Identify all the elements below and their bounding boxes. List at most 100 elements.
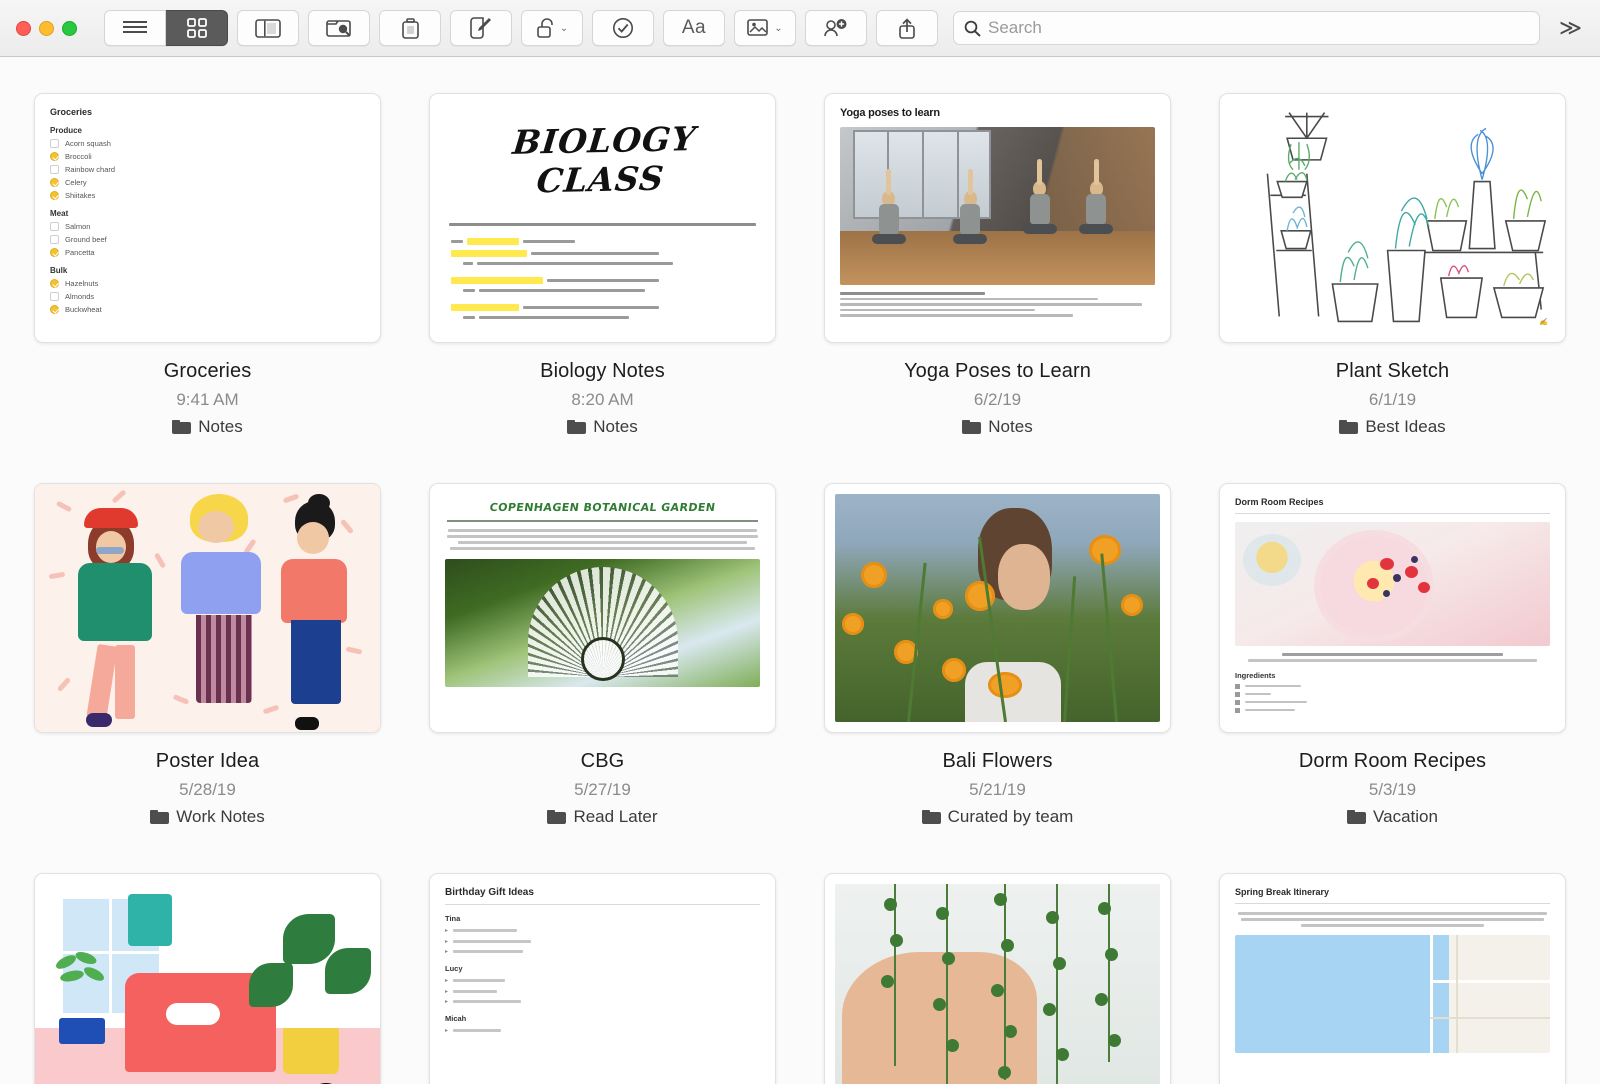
list-view-icon: [123, 21, 147, 33]
note-folder-label: Notes: [198, 417, 243, 436]
close-button[interactable]: [16, 20, 31, 36]
note-meta: Poster Idea 5/28/19 Work Notes: [34, 733, 381, 827]
note-meta: CBG 5/27/19 Read Later: [429, 733, 776, 827]
note-card[interactable]: ✍ Plant Sketch 6/1/19 Best Ideas: [1219, 93, 1566, 437]
note-card[interactable]: Groceries Produce Acorn squash Broccoli …: [34, 93, 381, 437]
checkbox-icon: [50, 139, 59, 148]
share-button[interactable]: [876, 10, 938, 46]
photo-subject-face: [997, 544, 1050, 611]
chevron-down-icon[interactable]: ⌄: [560, 23, 568, 34]
map-preview: [1235, 934, 1550, 1053]
map-road: [1430, 934, 1434, 1053]
note-folder: Best Ideas: [1219, 417, 1566, 437]
format-button[interactable]: Aa: [663, 10, 725, 46]
new-folder-button[interactable]: [308, 10, 370, 46]
media-button[interactable]: ⌄: [734, 10, 796, 46]
note-thumbnail[interactable]: Birthday Gift Ideas Tina ▸ ▸ ▸ Lucy ▸ ▸ …: [429, 873, 776, 1084]
note-card[interactable]: Bali Flowers 5/21/19 Curated by team: [824, 483, 1171, 827]
note-thumbnail[interactable]: BIOLOGY CLASS: [429, 93, 776, 343]
checkbox-icon: [50, 292, 59, 301]
note-thumbnail[interactable]: Dorm Room Recipes Ingredients: [1219, 483, 1566, 733]
checklist-section-label: Bulk: [50, 266, 68, 275]
note-title: Bali Flowers: [942, 750, 1053, 772]
gift-section-label: Lucy: [445, 964, 463, 973]
divider: [1235, 903, 1550, 904]
hanging-planter: [128, 893, 173, 946]
note-meta: Yoga Poses to Learn 6/2/19 Notes: [824, 343, 1171, 437]
compose-note-button[interactable]: [450, 10, 512, 46]
divider: [1235, 513, 1550, 514]
note-card[interactable]: Birthday Gift Ideas Tina ▸ ▸ ▸ Lucy ▸ ▸ …: [429, 873, 776, 1084]
preview-heading: Birthday Gift Ideas: [445, 887, 534, 898]
note-card[interactable]: BIOLOGY CLASS Biology Notes 8:20 AM Note…: [429, 93, 776, 437]
dome-hub: [580, 636, 625, 681]
note-thumbnail[interactable]: Yoga poses to learn: [824, 93, 1171, 343]
toolbar-overflow-button[interactable]: ≫: [1559, 15, 1584, 41]
note-card[interactable]: [34, 873, 381, 1084]
note-card[interactable]: Dorm Room Recipes Ingredients Dorm Room …: [1219, 483, 1566, 827]
ingredient-row: [1235, 691, 1550, 697]
note-thumbnail[interactable]: [824, 873, 1171, 1084]
poster-illustration-preview: [35, 484, 380, 732]
note-thumbnail[interactable]: Spring Break Itinerary: [1219, 873, 1566, 1084]
delete-button[interactable]: [379, 10, 441, 46]
preview-heading: Spring Break Itinerary: [1235, 887, 1330, 897]
note-meta: Plant Sketch 6/1/19 Best Ideas: [1219, 343, 1566, 437]
note-date: 6/2/19: [973, 390, 1022, 409]
sidebar-toggle-button[interactable]: [237, 10, 299, 46]
checklist-item: Shiitakes: [50, 191, 365, 200]
preview-heading: Dorm Room Recipes: [1235, 497, 1324, 507]
gallery-view-button[interactable]: [166, 10, 228, 46]
map-road: [1430, 979, 1550, 983]
note-card[interactable]: Yoga poses to learn Yoga Poses to Learn …: [824, 93, 1171, 437]
note-thumbnail[interactable]: COPENHAGEN BOTANICAL GARDEN: [429, 483, 776, 733]
folder-icon: [547, 810, 567, 824]
checklist-item: Acorn squash: [50, 139, 365, 148]
gift-item: ▸: [445, 998, 760, 1005]
collaborate-button[interactable]: [805, 10, 867, 46]
note-date: 5/28/19: [179, 780, 236, 799]
checklist-item-label: Rainbow chard: [65, 165, 116, 174]
notes-gallery[interactable]: Groceries Produce Acorn squash Broccoli …: [0, 57, 1600, 1084]
yoga-preview: Yoga poses to learn: [825, 94, 1170, 342]
new-folder-icon: [326, 20, 351, 37]
divider: [445, 904, 760, 905]
preview-heading: BIOLOGY CLASS: [510, 119, 699, 201]
lock-icon: [536, 18, 553, 38]
list-view-button[interactable]: [104, 10, 166, 46]
note-date: 5/27/19: [574, 780, 631, 799]
illustration-figure: [173, 489, 277, 732]
recipe-intro-text: [1235, 653, 1550, 662]
gift-item: ▸: [445, 938, 760, 945]
note-card[interactable]: COPENHAGEN BOTANICAL GARDEN CBG 5/27/19: [429, 483, 776, 827]
checkbox-icon: [50, 305, 59, 314]
note-thumbnail[interactable]: [34, 873, 381, 1084]
handwritten-subtitle: [449, 223, 756, 226]
note-title: Biology Notes: [540, 360, 665, 382]
hand: [841, 952, 1037, 1084]
minimize-button[interactable]: [39, 20, 54, 36]
note-title: CBG: [580, 750, 625, 772]
note-meta: Biology Notes 8:20 AM Notes: [429, 343, 776, 437]
note-thumbnail[interactable]: ✍: [1219, 93, 1566, 343]
view-switcher: [104, 10, 228, 46]
note-folder-label: Work Notes: [176, 807, 265, 826]
note-card[interactable]: Spring Break Itinerary: [1219, 873, 1566, 1084]
lock-note-button[interactable]: ⌄: [521, 10, 583, 46]
chevron-down-icon[interactable]: ⌄: [774, 23, 782, 34]
note-title: Dorm Room Recipes: [1298, 750, 1487, 772]
honey-bowl: [1243, 534, 1301, 586]
note-folder: Read Later: [429, 807, 776, 827]
zoom-button[interactable]: [62, 20, 77, 36]
note-thumbnail[interactable]: Groceries Produce Acorn squash Broccoli …: [34, 93, 381, 343]
note-card[interactable]: Poster Idea 5/28/19 Work Notes: [34, 483, 381, 827]
sidebar-icon: [255, 18, 281, 38]
note-date: 8:20 AM: [571, 390, 634, 409]
note-meta: Dorm Room Recipes 5/3/19 Vacation: [1219, 733, 1566, 827]
note-card[interactable]: [824, 873, 1171, 1084]
note-thumbnail[interactable]: [824, 483, 1171, 733]
search-field[interactable]: Search: [953, 11, 1540, 45]
checklist-button[interactable]: [592, 10, 654, 46]
note-thumbnail[interactable]: [34, 483, 381, 733]
checkmark-circle-icon: [613, 18, 633, 38]
